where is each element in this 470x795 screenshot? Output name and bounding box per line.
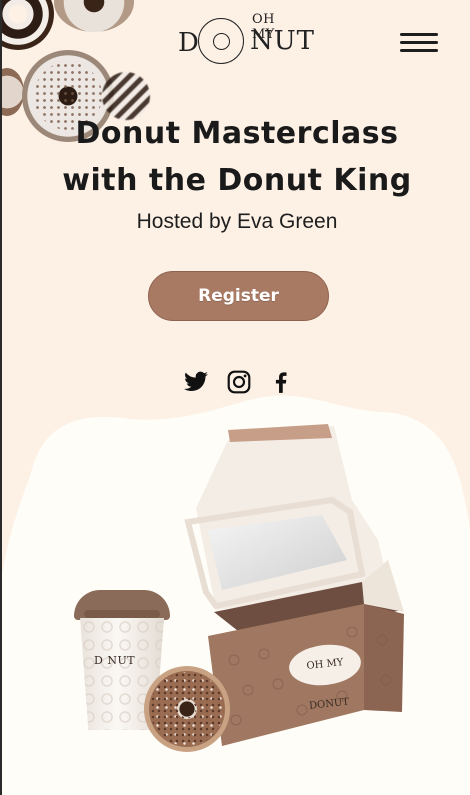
coffee-cup-lid: [74, 590, 170, 620]
page: D OH MY NUT Donut Masterclass with the D…: [0, 0, 470, 795]
donut-box-illustration: [184, 424, 404, 746]
cup-logo: D NUT: [94, 654, 136, 667]
sprinkled-donut: [144, 666, 230, 752]
